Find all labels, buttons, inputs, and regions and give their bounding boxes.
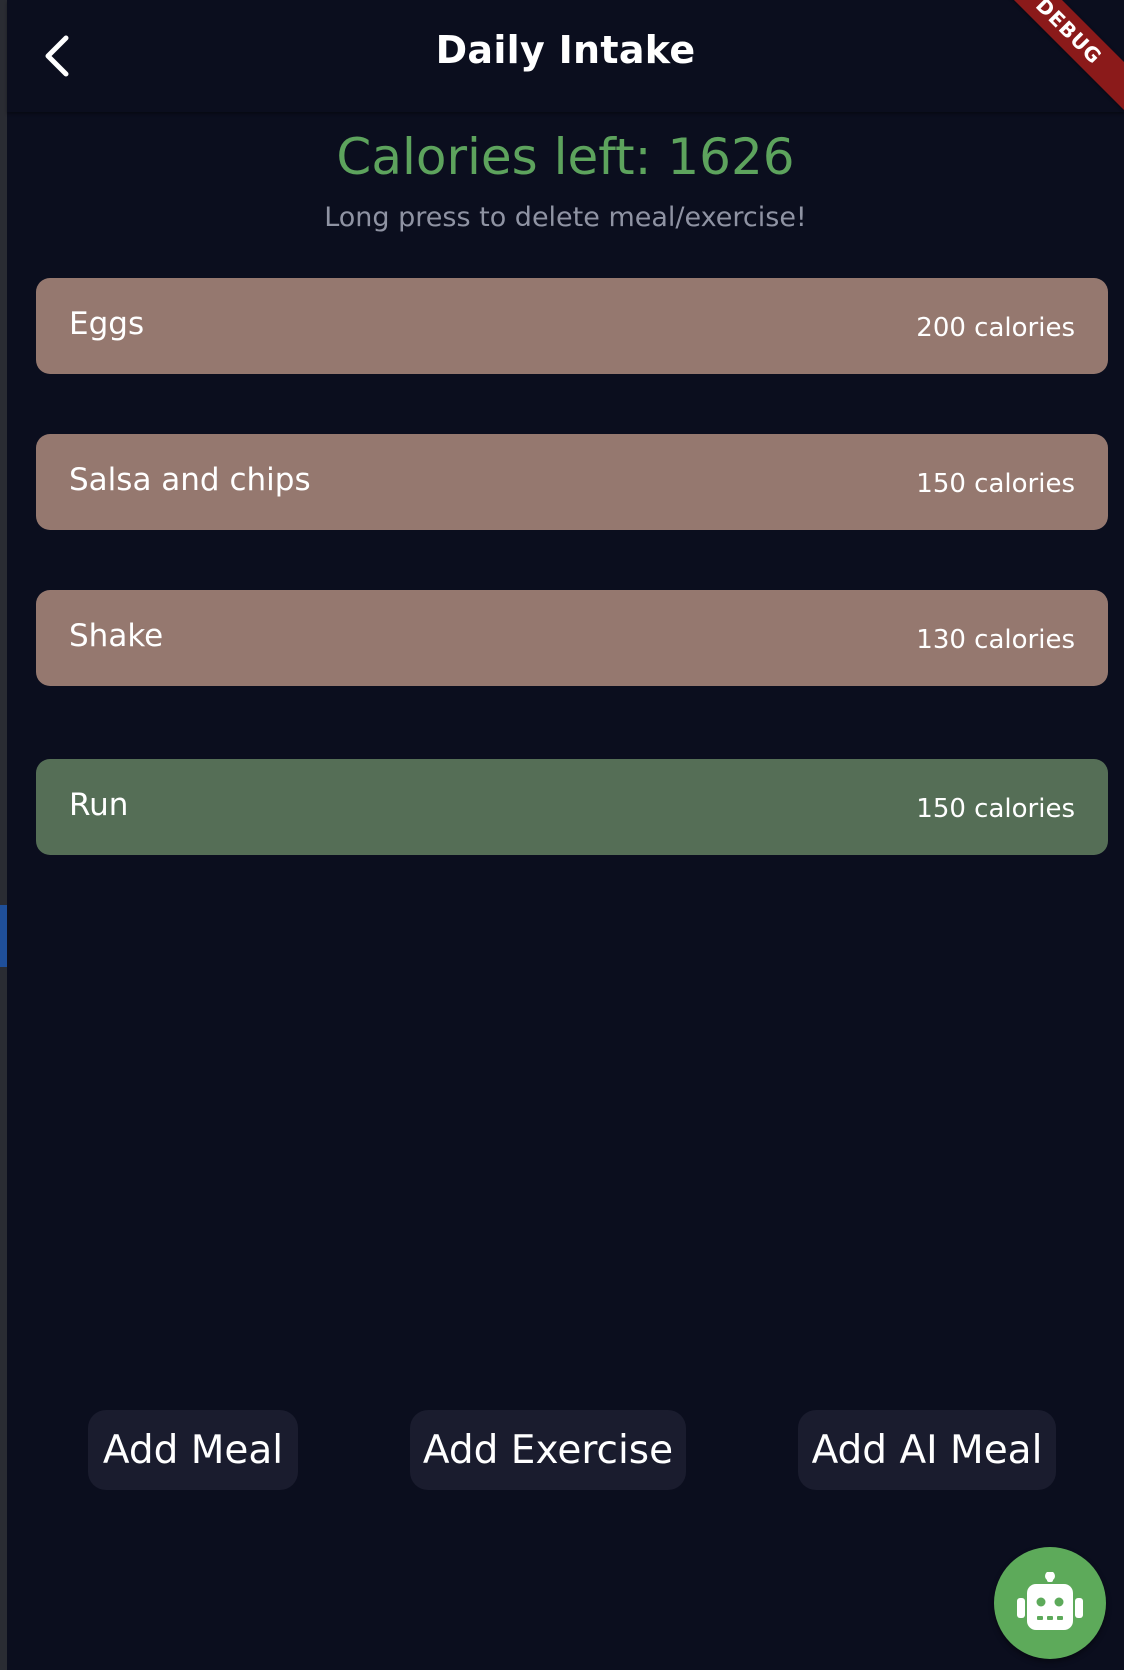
entry-name: Shake	[69, 618, 164, 654]
add-meal-button[interactable]: Add Meal	[88, 1410, 298, 1490]
add-exercise-button[interactable]: Add Exercise	[410, 1410, 686, 1490]
entry-calories: 150 calories	[916, 469, 1075, 499]
daily-intake-screen: Daily Intake DEBUG Calories left: 1626 L…	[0, 0, 1124, 1670]
entry-calories: 150 calories	[916, 794, 1075, 824]
window-edge-highlight	[0, 905, 7, 967]
window-edge	[0, 0, 7, 1670]
meal-entry-salsa-and-chips[interactable]: Salsa and chips 150 calories	[36, 434, 1108, 530]
meal-entry-shake[interactable]: Shake 130 calories	[36, 590, 1108, 686]
exercise-entry-run[interactable]: Run 150 calories	[36, 759, 1108, 855]
page-title: Daily Intake	[435, 28, 696, 72]
entry-name: Eggs	[69, 306, 145, 342]
calories-left-label: Calories left: 1626	[336, 128, 795, 186]
add-ai-meal-button[interactable]: Add AI Meal	[798, 1410, 1056, 1490]
entry-calories: 200 calories	[916, 313, 1075, 343]
entry-calories: 130 calories	[916, 625, 1075, 655]
entry-name: Run	[69, 787, 129, 823]
meal-entry-eggs[interactable]: Eggs 200 calories	[36, 278, 1108, 374]
entry-name: Salsa and chips	[69, 462, 311, 498]
ai-assistant-fab[interactable]	[994, 1547, 1106, 1659]
robot-icon	[1017, 1572, 1083, 1630]
delete-hint: Long press to delete meal/exercise!	[324, 202, 807, 233]
app-bar: Daily Intake	[7, 0, 1124, 112]
